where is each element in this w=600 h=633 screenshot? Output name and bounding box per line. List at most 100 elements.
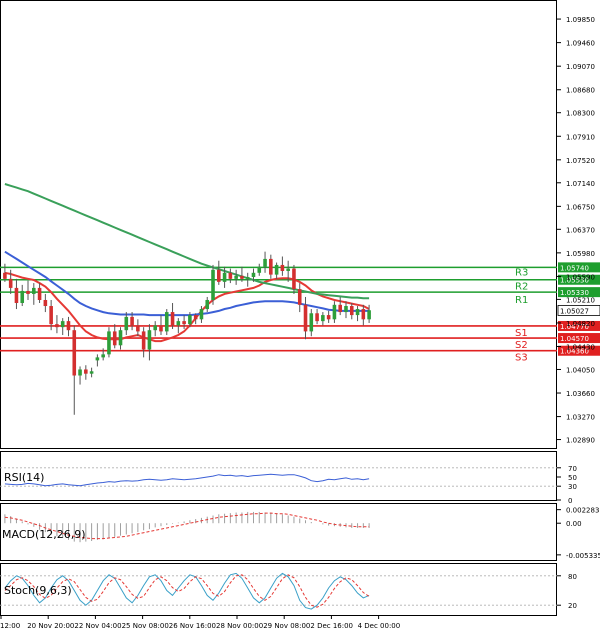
candle-body (355, 309, 360, 316)
candle-body (78, 369, 82, 376)
x-tick-label: 29 Nov 08:00 (263, 622, 310, 630)
candle-body (292, 268, 296, 290)
level-name-s3: S3 (515, 353, 528, 364)
candle-body (269, 258, 273, 275)
candle-body (222, 272, 227, 282)
candle-body (84, 369, 88, 374)
candle-body (211, 269, 215, 300)
candle-body (55, 324, 59, 328)
candle-body (315, 313, 319, 322)
candle-body (188, 315, 192, 325)
level-name-s1: S1 (515, 328, 528, 339)
stoch-panel (0, 563, 557, 616)
rsi-tick-label: 70 (568, 465, 577, 473)
rsi-tick-label: 0 (568, 497, 572, 505)
candle-body (101, 354, 105, 358)
candle-body (205, 299, 210, 310)
candle-body (182, 321, 186, 325)
candle-body (349, 306, 354, 316)
price-panel (0, 0, 557, 449)
macd-tick-label: 0.002283 (566, 507, 599, 515)
rsi-panel (0, 451, 557, 501)
candle-body (89, 371, 94, 374)
price-tick-label: 1.05980 (566, 250, 595, 258)
candle-body (37, 287, 42, 300)
level-name-r1: R1 (515, 295, 528, 306)
x-tick-label: 28 Nov 00:00 (216, 622, 263, 630)
candle-body (257, 266, 262, 273)
candle-body (60, 321, 65, 328)
candle-body (136, 325, 140, 332)
macd-tick-label: 0.00 (566, 520, 582, 528)
candle-body (217, 269, 221, 282)
candle-body (164, 312, 169, 332)
candle-body (199, 309, 204, 320)
candle-body (234, 275, 238, 279)
price-tick-label: 1.03270 (566, 414, 595, 422)
price-tick-label: 1.04820 (566, 320, 595, 328)
candle-body (141, 331, 146, 350)
x-tick-label: 25 Nov 08:00 (122, 622, 169, 630)
candle-body (43, 299, 48, 307)
candle-body (263, 258, 267, 267)
price-tick-label: 1.03660 (566, 390, 595, 398)
candle-body (95, 357, 100, 361)
level-name-s2: S2 (515, 340, 528, 351)
chart-canvas: 1.057401.055301.053301.047701.045701.043… (0, 0, 600, 630)
level-price-label-s2: 1.04570 (560, 335, 589, 343)
candle-body (176, 321, 181, 326)
candle-body (367, 310, 371, 320)
x-tick-label: 22 Nov 04:00 (74, 622, 121, 630)
candle-body (297, 289, 302, 305)
level-price-label-r3: 1.05740 (560, 264, 589, 272)
candle-body (361, 309, 366, 320)
candle-body (66, 321, 71, 331)
price-tick-label: 1.04430 (566, 344, 595, 352)
candle-body (8, 278, 13, 288)
candle-body (274, 264, 279, 275)
candle-body (286, 268, 290, 271)
candle-body (321, 315, 325, 322)
x-tick-label: 4 Dec 00:00 (358, 622, 401, 630)
level-name-r2: R2 (515, 282, 528, 293)
x-tick-label: 2 Dec 16:00 (310, 622, 353, 630)
candle-body (153, 325, 157, 331)
candle-body (20, 290, 25, 304)
candle-body (303, 304, 308, 332)
price-tick-label: 1.08300 (566, 110, 595, 118)
candle-body (118, 330, 123, 346)
candle-body (107, 331, 111, 355)
price-tick-label: 1.07910 (566, 133, 595, 141)
candle-body (280, 264, 285, 271)
candle-body (49, 306, 53, 325)
price-tick-label: 1.04050 (566, 366, 595, 374)
candle-body (147, 330, 152, 350)
stoch-title: Stoch(9,6,3) (4, 584, 72, 597)
price-tick-label: 1.08680 (566, 87, 595, 95)
rsi-tick-label: 30 (568, 483, 577, 491)
level-name-r3: R3 (515, 267, 528, 278)
x-tick-label: 26 Nov 16:00 (169, 622, 216, 630)
price-tick-label: 1.09850 (566, 16, 595, 24)
stoch-tick-label: 80 (568, 573, 577, 581)
price-tick-label: 1.02890 (566, 437, 595, 445)
candle-body (26, 290, 30, 294)
candle-body (344, 306, 348, 313)
price-tick-label: 1.06370 (566, 226, 595, 234)
candle-body (3, 272, 7, 279)
price-tick-label: 1.05210 (566, 296, 595, 304)
candle-body (130, 316, 134, 326)
candle-body (159, 325, 163, 332)
x-tick-label: 20 Nov 20:00 (27, 622, 74, 630)
x-tick-label: 12:00 (0, 622, 20, 630)
price-tick-label: 1.06750 (566, 203, 595, 211)
price-tick-label: 1.05590 (566, 273, 595, 281)
candle-body (112, 331, 117, 346)
candle-body (332, 304, 337, 320)
candle-body (72, 330, 77, 376)
candle-body (326, 315, 331, 320)
candle-body (309, 313, 314, 332)
macd-title: MACD(12,26,9) (2, 528, 86, 541)
candle-body (32, 287, 36, 294)
candle-body (14, 287, 19, 304)
